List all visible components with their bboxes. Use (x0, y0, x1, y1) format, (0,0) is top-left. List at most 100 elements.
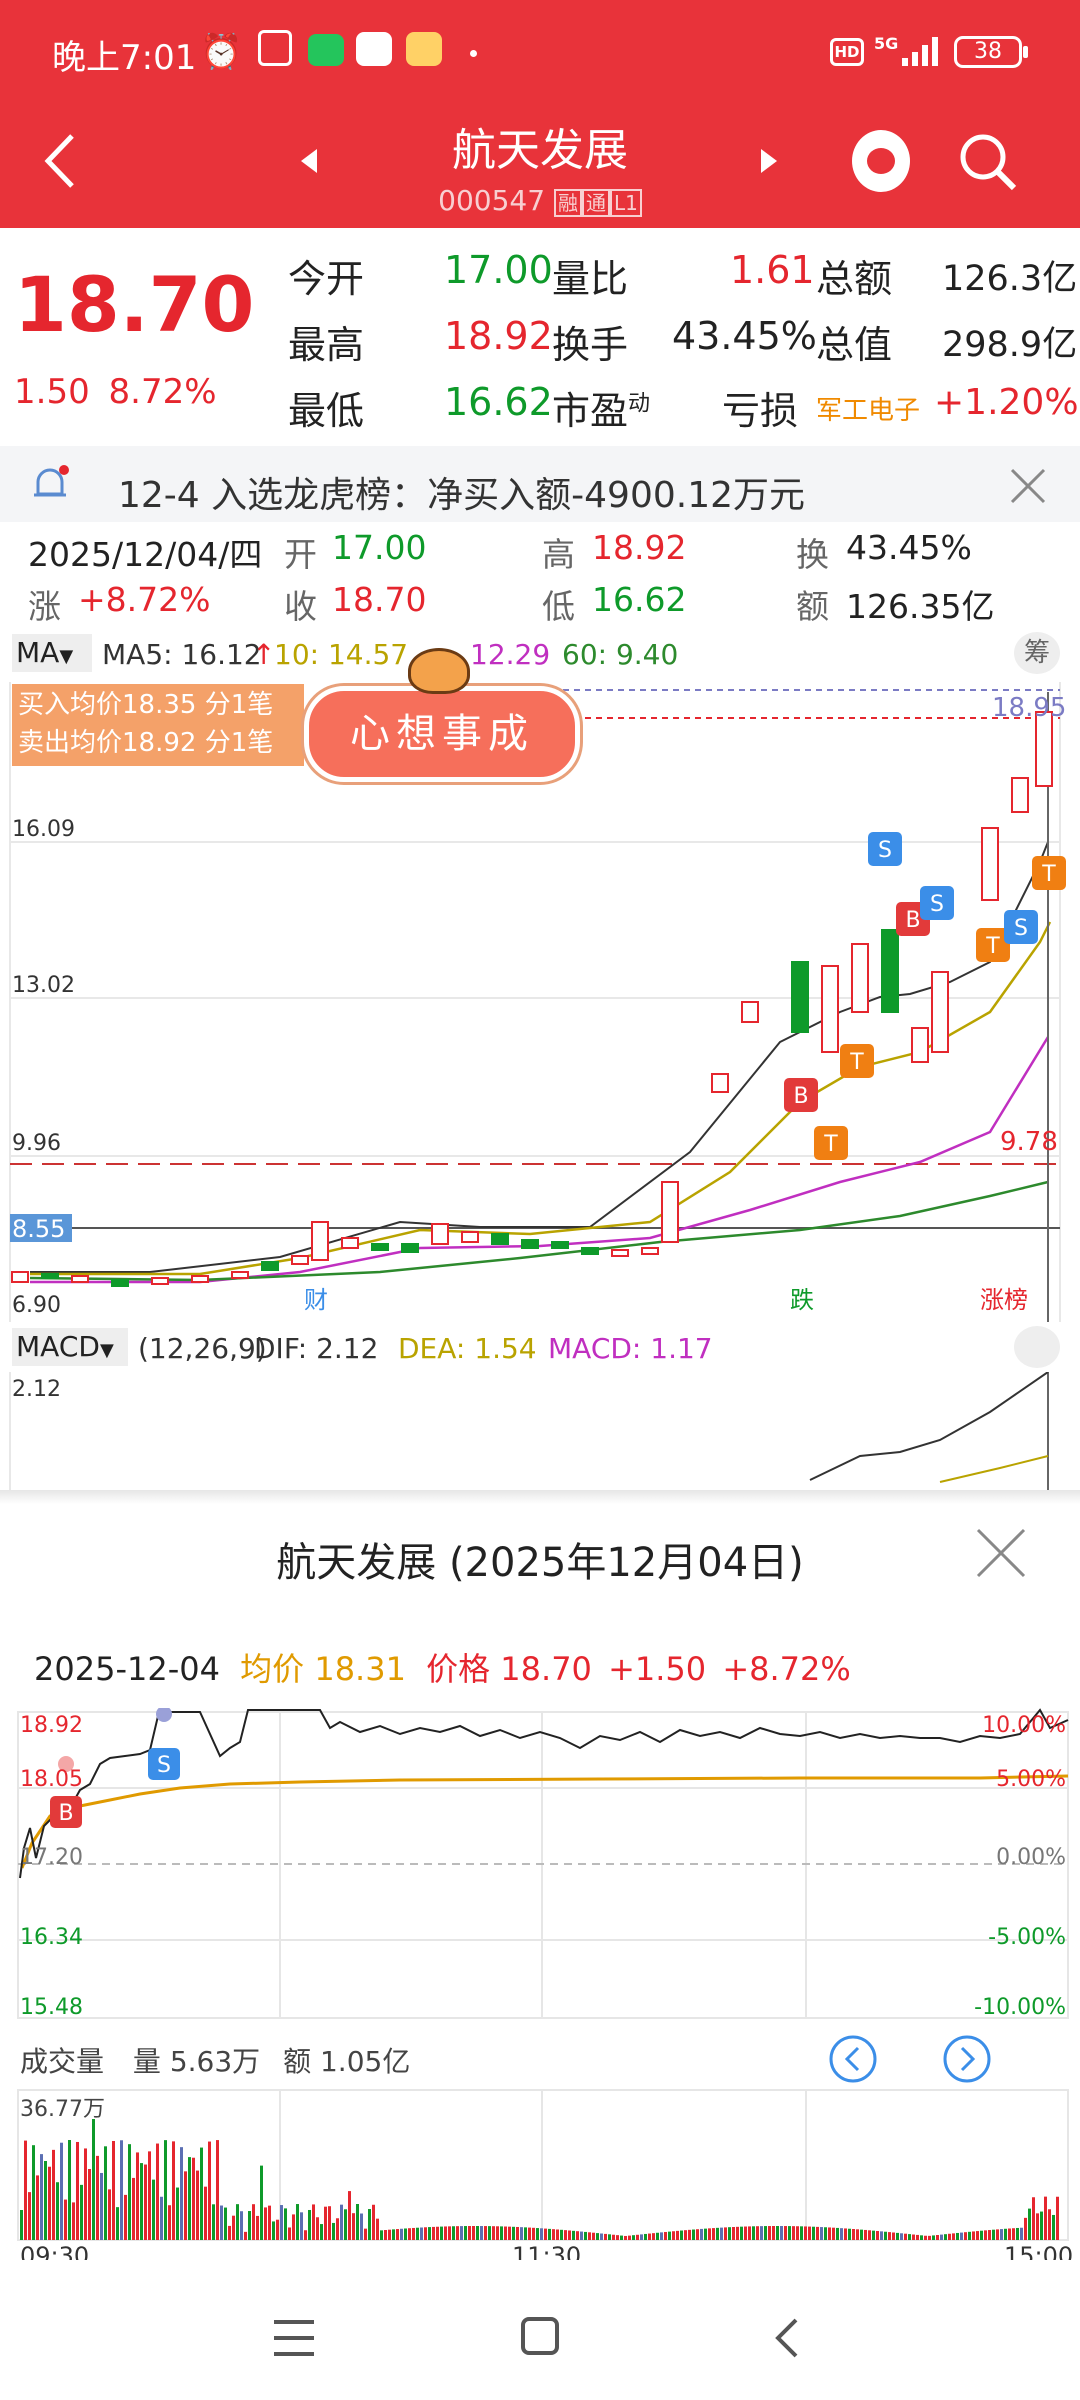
stock-code: 000547 (438, 184, 546, 217)
volume-bar (680, 2230, 683, 2240)
volume-bar (860, 2229, 863, 2240)
volume-bar (428, 2227, 431, 2240)
macd-dea: DEA: 1.54 (398, 1332, 537, 1365)
volume-bar (1004, 2228, 1007, 2240)
volume-label: 成交量 (20, 2045, 105, 2078)
back-icon[interactable] (40, 132, 80, 190)
volume-max: 36.77万 (20, 2097, 105, 2122)
volume-bar (980, 2230, 983, 2240)
volume-bar (84, 2148, 87, 2240)
back-nav-icon[interactable] (772, 2316, 802, 2360)
volume-bar (596, 2233, 599, 2240)
volume-bar (808, 2226, 811, 2240)
sector-name[interactable]: 军工电子 (816, 390, 920, 427)
marker-t3: T (985, 934, 1000, 959)
volume-bar (712, 2228, 715, 2240)
volume-bar (436, 2226, 439, 2240)
volume-bar (196, 2170, 199, 2240)
volume-bar (620, 2235, 623, 2240)
volume-bar (260, 2165, 263, 2240)
next-day-icon[interactable] (942, 2034, 992, 2084)
sheet-shadow (0, 1490, 1080, 1504)
sector-change[interactable]: +1.20% (934, 382, 1079, 423)
marker-s3: S (1014, 916, 1028, 941)
volume-bar (360, 2213, 363, 2240)
trade-tip-buy: 买入均价18.35 分1笔 (18, 690, 274, 720)
app-icon-3 (406, 32, 442, 66)
day-high: 18.92 (592, 528, 687, 567)
search-icon[interactable] (956, 130, 1020, 194)
home-icon[interactable] (520, 2316, 560, 2356)
volume-bar (304, 2230, 307, 2240)
volume-bar (312, 2204, 315, 2240)
prev-stock-icon[interactable] (297, 147, 321, 175)
ma-bar: MA▼ MA5: 16.12 ↑ 10: 14.57 12.29 60: 9.4… (0, 628, 1080, 682)
left-axis-0: 18.92 (20, 1713, 83, 1738)
volume-bar (408, 2228, 411, 2240)
ma-selector[interactable]: MA▼ (12, 634, 92, 672)
volume-bar (744, 2226, 747, 2240)
chip-icon[interactable]: 筹 (1014, 632, 1060, 674)
volume-bar (880, 2231, 883, 2240)
candle (1035, 711, 1053, 787)
volume-bar (664, 2231, 667, 2240)
volume-bar (412, 2227, 415, 2240)
volume-bar (612, 2234, 615, 2240)
assistant-icon[interactable] (852, 130, 910, 192)
prev-day-icon[interactable] (828, 2034, 878, 2084)
dropdown-icon: ▼ (99, 1340, 114, 1361)
volume-bar (44, 2161, 47, 2240)
volume-bar (208, 2141, 211, 2240)
candle (261, 1261, 279, 1271)
volume-bar (112, 2141, 115, 2240)
label-market-value: 总值 (816, 323, 893, 367)
volume-bar (148, 2151, 151, 2240)
sheet-avg: 18.31 (314, 1650, 406, 1688)
marker-t: T (823, 1132, 838, 1157)
volume-bar (732, 2226, 735, 2240)
sheet-pct: +8.72% (722, 1650, 851, 1688)
left-axis-2: 17.20 (20, 1845, 83, 1870)
volume-bar (532, 2227, 535, 2240)
volume-bar (568, 2230, 571, 2240)
right-axis-2: 0.00% (996, 1845, 1066, 1870)
day-high-label: 高 (542, 535, 575, 574)
close-icon[interactable] (974, 1526, 1028, 1580)
volume-bar (92, 2119, 95, 2240)
volume-bar (56, 2182, 59, 2240)
candle (981, 827, 999, 901)
volume-bar (160, 2196, 163, 2240)
volume-bar (180, 2147, 183, 2240)
intraday-marker-b: B (58, 1801, 73, 1826)
volume-bars (20, 2119, 1059, 2240)
volume-bar (264, 2207, 267, 2240)
menu-icon[interactable] (272, 2318, 316, 2358)
volume-bar (1032, 2197, 1035, 2240)
volume-bar (1052, 2214, 1055, 2240)
volume-bar (392, 2229, 395, 2240)
macd-value: MACD: 1.17 (548, 1332, 713, 1365)
right-axis-3: -5.00% (988, 1925, 1066, 1950)
volume-bar (220, 2205, 223, 2240)
candle (371, 1243, 389, 1251)
volume-bar (1048, 2209, 1051, 2240)
next-stock-icon[interactable] (757, 147, 781, 175)
volume-bar (912, 2234, 915, 2240)
notice-bar[interactable]: 12-4 入选龙虎榜：净买入额-4900.12万元 (0, 446, 1080, 522)
volume-bar (176, 2187, 179, 2240)
volume-bar (380, 2230, 383, 2240)
intraday-chart[interactable]: S B 18.92 18.05 17.20 16.34 15.48 10.00%… (0, 1708, 1080, 2028)
macd-selector[interactable]: MACD▼ (12, 1328, 128, 1366)
expand-icon[interactable] (1014, 1326, 1060, 1368)
volume-bar (660, 2232, 663, 2240)
volume-bar (928, 2235, 931, 2240)
volume-bar (992, 2229, 995, 2240)
volume-bar (88, 2169, 91, 2240)
volume-bar (988, 2230, 991, 2240)
volume-bar (692, 2229, 695, 2240)
volume-bar (480, 2226, 483, 2240)
close-icon[interactable] (1008, 466, 1048, 506)
volume-bar (780, 2226, 783, 2240)
label-pe: 市盈动 (552, 380, 650, 435)
value-market-value: 298.9亿 (942, 325, 1078, 365)
